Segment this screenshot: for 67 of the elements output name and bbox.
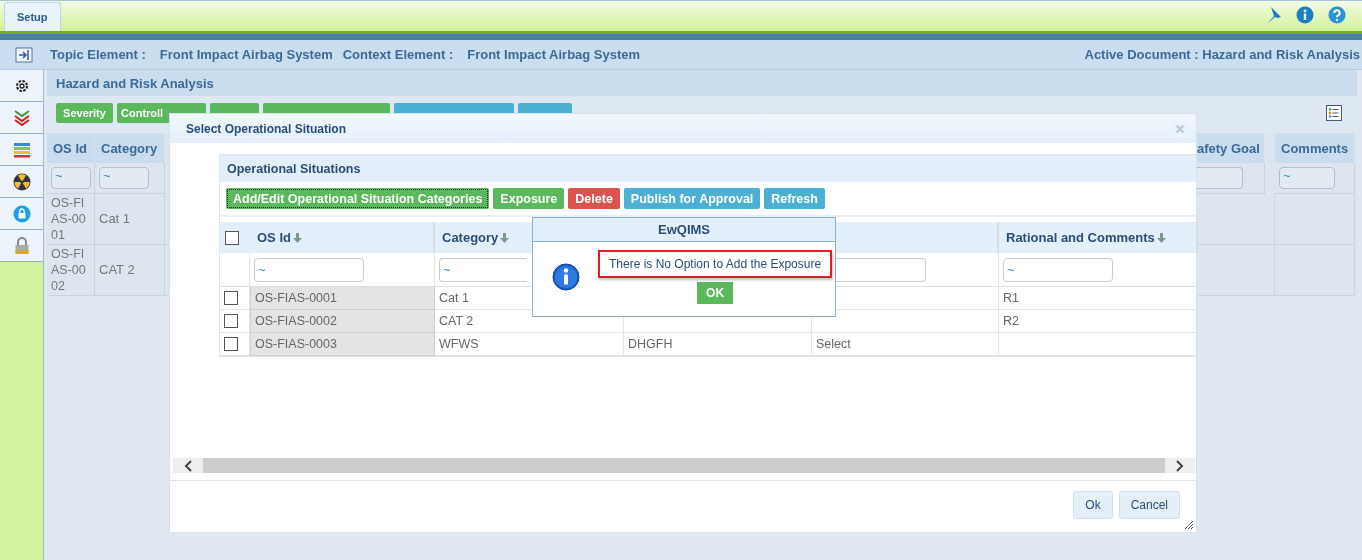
panel-title: Hazard and Risk Analysis bbox=[47, 70, 1357, 96]
horizontal-scrollbar[interactable] bbox=[173, 458, 1195, 473]
column-header: Category bbox=[95, 133, 165, 163]
table-cell: CAT 2 bbox=[95, 245, 165, 296]
table-cell: WFWS bbox=[435, 333, 624, 356]
filter-field[interactable]: ~ bbox=[254, 257, 364, 282]
layers-icon[interactable] bbox=[12, 141, 31, 158]
column-header[interactable]: OS Id bbox=[257, 230, 291, 245]
toolbar-button[interactable]: Delete bbox=[568, 188, 620, 209]
dialog-button[interactable]: Cancel bbox=[1118, 491, 1180, 519]
help-icon[interactable] bbox=[1328, 6, 1346, 24]
filter-field[interactable]: ~ bbox=[1279, 167, 1335, 189]
lock-icon[interactable] bbox=[12, 204, 31, 223]
row-checkbox[interactable] bbox=[224, 337, 238, 351]
context-value: Front Impact Airbag System bbox=[467, 47, 641, 62]
toolbar-button[interactable]: Refresh bbox=[764, 188, 825, 209]
message-title: EwQIMS bbox=[533, 218, 835, 242]
info-icon bbox=[552, 263, 580, 291]
filter-field[interactable]: ~ bbox=[1003, 257, 1113, 282]
sort-arrow-icon[interactable] bbox=[292, 232, 302, 243]
table-cell: R1 bbox=[999, 287, 1198, 310]
table-cell: Select bbox=[812, 333, 999, 356]
row-checkbox[interactable] bbox=[224, 291, 238, 305]
filter-field[interactable]: ~ bbox=[99, 167, 149, 189]
column-header: OS Id bbox=[47, 133, 95, 163]
scroll-right-icon[interactable] bbox=[1175, 459, 1185, 472]
toolbar-button[interactable]: Add/Edit Operational Situation Categories bbox=[226, 188, 490, 209]
sort-arrow-icon[interactable] bbox=[500, 232, 510, 243]
topic-value: Front Impact Airbag System bbox=[159, 47, 333, 62]
section-title: Operational Situations bbox=[220, 155, 1196, 182]
toolbar-button[interactable]: Exposure bbox=[493, 188, 565, 209]
column-header[interactable]: Category bbox=[442, 230, 499, 245]
table-cell: OS-FIAS-0001 bbox=[250, 287, 435, 310]
context-label: Context Element : bbox=[342, 47, 454, 62]
table-cell: Cat 1 bbox=[95, 194, 165, 245]
dialog-title: Select Operational Situation bbox=[186, 121, 347, 136]
gear-icon[interactable] bbox=[13, 77, 30, 94]
sort-arrow-icon[interactable] bbox=[1156, 232, 1166, 243]
select-all-checkbox[interactable] bbox=[225, 230, 239, 245]
scroll-left-icon[interactable] bbox=[183, 459, 193, 472]
ok-button[interactable]: OK bbox=[697, 282, 734, 304]
column-header: afety Goal bbox=[1197, 133, 1265, 163]
table-cell: OS-FIAS-0001 bbox=[47, 194, 95, 245]
filter-field[interactable] bbox=[1197, 167, 1243, 189]
active-document: Active Document : Hazard and Risk Analysis bbox=[1084, 47, 1360, 62]
topic-label: Topic Element : bbox=[50, 47, 146, 62]
padlock-icon[interactable] bbox=[13, 236, 30, 255]
sidebar-toggle-icon[interactable] bbox=[15, 46, 33, 63]
table-cell: R2 bbox=[999, 310, 1198, 333]
toolbar-button[interactable]: Publish for Approval bbox=[623, 188, 761, 209]
filter-field[interactable]: ~ bbox=[439, 257, 527, 282]
setup-tab[interactable]: Setup bbox=[4, 2, 61, 31]
resize-grip-icon[interactable] bbox=[1185, 521, 1193, 529]
message-text: There is No Option to Add the Exposure bbox=[598, 250, 833, 278]
dialog-button[interactable]: Ok bbox=[1073, 491, 1113, 519]
column-list-icon[interactable] bbox=[1326, 105, 1342, 121]
table-cell: OS-FIAS-0003 bbox=[250, 333, 435, 356]
row-checkbox[interactable] bbox=[224, 314, 238, 328]
filter-field[interactable]: ~ bbox=[51, 167, 91, 189]
column-header: Comments bbox=[1275, 133, 1355, 163]
table-cell: DHGFH bbox=[624, 333, 812, 356]
table-cell: OS-FIAS-0002 bbox=[250, 310, 435, 333]
info-icon[interactable] bbox=[1296, 6, 1314, 24]
table-cell: OS-FIAS-0002 bbox=[47, 245, 95, 296]
radiation-icon[interactable] bbox=[12, 172, 31, 191]
chevrons-icon[interactable] bbox=[12, 108, 31, 127]
toolbar-button[interactable]: Severity bbox=[56, 103, 113, 123]
